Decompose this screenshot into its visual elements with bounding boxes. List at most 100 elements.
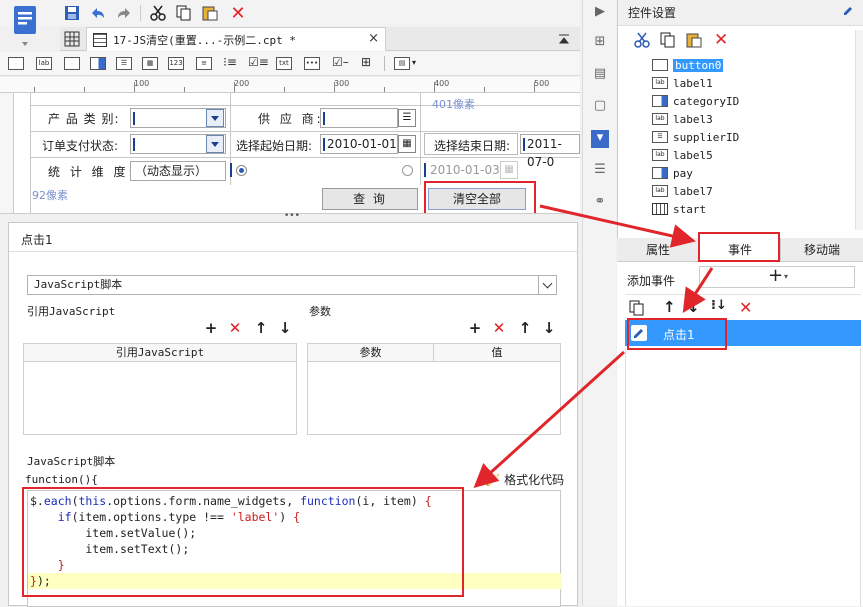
widget-settings-icon[interactable]: ▾ [591, 130, 609, 148]
copy-icon[interactable] [660, 32, 676, 51]
script-label: JavaScript脚本 [27, 455, 116, 468]
move-up-param-icon[interactable]: ↑ [517, 319, 533, 337]
highlight-box [22, 487, 464, 597]
move-down-event-icon[interactable]: ↓ [687, 298, 700, 316]
app-logo-icon[interactable] [8, 2, 44, 50]
payment-dropdown-icon[interactable] [206, 135, 224, 153]
number-widget-icon[interactable]: 123 [168, 57, 184, 70]
ruler-mark: 200 [234, 79, 250, 88]
cut-icon[interactable] [634, 32, 650, 51]
document-tab-bar: 17-JS清空(重置...-示例二.cpt * × [60, 27, 580, 51]
button-widget-icon[interactable] [64, 57, 80, 70]
move-down-param-icon[interactable]: ↓ [541, 319, 557, 337]
add-ref-js-icon[interactable]: + [203, 319, 219, 337]
expand-arrow-icon[interactable]: ▶ [591, 4, 609, 22]
control-settings-header: 控件设置 [618, 0, 863, 26]
format-code-button[interactable]: 🖌 格式化代码 [485, 471, 564, 488]
add-event-button[interactable]: + ▾ [699, 265, 855, 288]
supplier-label: 供 应 商: [258, 112, 324, 126]
tab-mobile[interactable]: 移动端 [781, 238, 863, 262]
reorder-event-icon[interactable]: ⁝↓ [711, 298, 727, 313]
end-date-label: 选择结束日期: [434, 139, 511, 153]
category-dropdown-icon[interactable] [206, 109, 224, 127]
toolbar-more-icon[interactable]: ▾ [412, 58, 416, 67]
listbox-widget-icon[interactable]: ☰ [116, 57, 132, 70]
query-button[interactable]: 查 询 [322, 188, 418, 210]
disabled-date-value: 2010-01-03 [430, 163, 500, 177]
password-widget-icon[interactable]: ••• [304, 57, 320, 70]
date-widget-icon [652, 203, 668, 215]
checkbox-group-icon[interactable]: ☑≡ [248, 56, 269, 70]
value-column-header: 值 [434, 344, 560, 362]
tree-item-button0[interactable]: button0 [652, 56, 724, 74]
control-settings-panel: 控件设置 ✕ button0 lab label1 categoryID lab… [617, 0, 863, 238]
supplier-list-icon[interactable]: ☰ [398, 109, 416, 127]
tree-item-label1[interactable]: lab label1 [652, 74, 713, 92]
save-icon[interactable] [62, 3, 82, 23]
delete-icon[interactable]: ✕ [228, 3, 248, 24]
delete-icon[interactable]: ✕ [714, 30, 728, 50]
event-editor-title: 点击1 [21, 233, 53, 247]
delete-ref-js-icon[interactable]: ✕ [227, 319, 243, 337]
move-up-event-icon[interactable]: ↑ [663, 298, 676, 316]
label-widget-icon[interactable]: lab [36, 57, 52, 70]
tree-item-label7[interactable]: lab label7 [652, 182, 713, 200]
undo-icon[interactable] [88, 3, 108, 23]
move-up-ref-js-icon[interactable]: ↑ [253, 319, 269, 337]
tab-menu-icon[interactable] [558, 33, 570, 45]
cut-icon[interactable] [148, 3, 168, 23]
chevron-down-icon[interactable] [538, 276, 556, 294]
date-widget-icon[interactable]: ▦ [142, 57, 158, 70]
tree-item-categoryID[interactable]: categoryID [652, 92, 739, 110]
condition-icon[interactable]: ☰ [591, 162, 609, 180]
dimension-radio[interactable] [402, 165, 413, 176]
ref-js-table[interactable]: 引用JavaScript [23, 343, 297, 435]
copy-event-icon[interactable] [629, 300, 645, 319]
height-pixel-note: 92像素 [32, 189, 68, 202]
cell-attr-icon[interactable]: ▤ [591, 66, 609, 84]
copy-icon[interactable] [174, 3, 194, 23]
dimension-radio-selected[interactable] [236, 165, 247, 176]
dimension-display: （动态显示） [130, 161, 226, 181]
paste-icon[interactable] [200, 3, 220, 23]
add-param-icon[interactable]: + [467, 319, 483, 337]
label-widget-icon: lab [652, 113, 668, 125]
tree-item-supplierID[interactable]: ☰ supplierID [652, 128, 739, 146]
ruler-mark: 300 [334, 79, 350, 88]
delete-param-icon[interactable]: ✕ [491, 319, 507, 337]
layout-grid-icon[interactable]: ⊞ [591, 34, 609, 52]
tab-close-icon[interactable]: × [368, 31, 379, 46]
start-date-input[interactable]: 2010-01-01 [320, 134, 398, 154]
checkbox-widget-icon[interactable]: ☑– [332, 56, 349, 70]
pagination-widget-icon[interactable]: ▤ [394, 57, 410, 70]
frame-icon[interactable]: ▢ [591, 98, 609, 116]
redo-icon[interactable] [114, 3, 134, 23]
paste-icon[interactable] [686, 32, 702, 51]
side-tool-strip: ▶ ⊞ ▤ ▢ ▾ ☰ ⚭ [582, 0, 616, 606]
move-down-ref-js-icon[interactable]: ↓ [277, 319, 293, 337]
tree-item-pay[interactable]: pay [652, 164, 693, 182]
textarea-widget-icon[interactable]: ≡ [196, 57, 212, 70]
tree-widget-icon[interactable]: ⊞ [358, 56, 374, 70]
tree-item-start[interactable]: start [652, 200, 706, 218]
end-date-input[interactable]: 2011-07-0 [520, 134, 580, 169]
textbox-widget-icon[interactable] [8, 57, 24, 70]
grid-icon[interactable] [64, 31, 80, 47]
width-pixel-note: 401像素 [432, 98, 475, 111]
tab-document[interactable]: 17-JS清空(重置...-示例二.cpt * × [86, 27, 386, 51]
hyperlink-icon[interactable]: ⚭ [591, 194, 609, 212]
tree-item-label3[interactable]: lab label3 [652, 110, 713, 128]
params-table[interactable]: 参数 值 [307, 343, 561, 435]
edit-pencil-icon[interactable] [842, 0, 854, 26]
combobox-widget-icon[interactable] [90, 57, 106, 70]
file-widget-icon[interactable]: txt [276, 57, 292, 70]
panel-splitter[interactable]: ••• [0, 211, 580, 221]
tree-scrollbar[interactable] [855, 30, 863, 230]
delete-event-icon[interactable]: ✕ [739, 298, 752, 317]
radio-group-icon[interactable]: ⁝≡ [222, 56, 238, 70]
tab-properties[interactable]: 属性 [617, 238, 699, 262]
tree-item-label5[interactable]: lab label5 [652, 146, 713, 164]
start-date-calendar-icon[interactable]: ▦ [398, 135, 416, 153]
script-type-select[interactable]: JavaScript脚本 [27, 275, 557, 295]
supplier-input[interactable] [320, 108, 398, 128]
